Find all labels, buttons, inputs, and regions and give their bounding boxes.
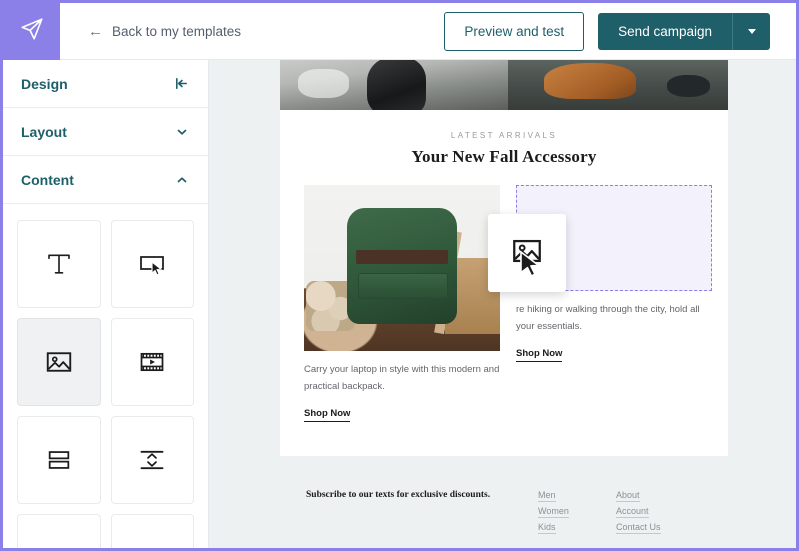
footer-link-about[interactable]: About: [616, 490, 640, 502]
back-to-templates-label: Back to my templates: [112, 24, 241, 39]
sidebar-section-design-label: Design: [21, 76, 68, 92]
cursor-arrow-icon: [518, 250, 544, 287]
send-plane-icon: [19, 16, 45, 47]
send-campaign-group: Send campaign: [598, 13, 770, 50]
content-tile-button[interactable]: [111, 220, 195, 308]
chevron-down-icon: [748, 29, 756, 34]
content-tile-text[interactable]: [17, 220, 101, 308]
content-tile-social[interactable]: [17, 514, 101, 551]
content-blocks-grid: [3, 204, 208, 551]
chevron-down-icon[interactable]: [175, 125, 189, 139]
split-rows-icon: [45, 446, 73, 474]
right-body-text: re hiking or walking through the city, h…: [516, 291, 712, 335]
text-t-icon: [44, 249, 74, 279]
image-icon: [44, 347, 74, 377]
sidebar-section-content-label: Content: [21, 172, 74, 188]
top-bar: ← Back to my templates Preview and test …: [3, 3, 796, 60]
backpack-photo[interactable]: [304, 185, 500, 351]
hero-image-left[interactable]: [280, 60, 508, 110]
chevron-up-icon[interactable]: [175, 173, 189, 187]
video-film-icon: [138, 348, 166, 376]
content-tile-video[interactable]: [111, 318, 195, 406]
button-cursor-icon: [137, 249, 167, 279]
email-canvas[interactable]: LATEST ARRIVALS Your New Fall Accessory …: [209, 60, 796, 551]
hero-image-right[interactable]: [508, 60, 728, 110]
footer-link-contact-us[interactable]: Contact Us: [616, 522, 661, 534]
sidebar-section-layout[interactable]: Layout: [3, 108, 208, 156]
preview-and-test-button[interactable]: Preview and test: [444, 12, 584, 51]
sidebar-section-design[interactable]: Design: [3, 60, 208, 108]
app-logo[interactable]: [3, 3, 60, 60]
footer-link-women[interactable]: Women: [538, 506, 569, 518]
content-tile-spacer[interactable]: [111, 416, 195, 504]
arrow-left-icon: ←: [88, 24, 103, 39]
footer-headline: Subscribe to our texts for exclusive dis…: [306, 490, 538, 551]
hero-image-row[interactable]: [280, 60, 728, 110]
two-column-row: Carry your laptop in style with this mod…: [280, 167, 728, 422]
email-builder-app: ← Back to my templates Preview and test …: [0, 0, 799, 551]
left-body-text: Carry your laptop in style with this mod…: [304, 351, 500, 395]
footer-links-column-1: Men Women Kids: [538, 490, 616, 551]
code-icon: [137, 543, 167, 551]
collapse-panel-icon[interactable]: [174, 76, 189, 91]
sidebar-section-layout-label: Layout: [21, 124, 67, 140]
content-tile-image[interactable]: [17, 318, 101, 406]
content-tile-html[interactable]: [111, 514, 195, 551]
right-shop-now-link[interactable]: Shop Now: [516, 348, 562, 362]
email-bottom-padding: [280, 422, 728, 456]
back-to-templates-link[interactable]: ← Back to my templates: [88, 24, 241, 39]
footer-link-kids[interactable]: Kids: [538, 522, 556, 534]
footer-link-account[interactable]: Account: [616, 506, 649, 518]
top-bar-actions: Preview and test Send campaign: [444, 12, 770, 51]
headline-text: Your New Fall Accessory: [280, 140, 728, 167]
column-left[interactable]: Carry your laptop in style with this mod…: [304, 185, 500, 422]
footer-link-men[interactable]: Men: [538, 490, 556, 502]
send-campaign-dropdown-button[interactable]: [732, 13, 770, 50]
backpack-detail: [347, 208, 457, 324]
footer-links-column-2: About Account Contact Us: [616, 490, 661, 551]
sidebar-section-content[interactable]: Content: [3, 156, 208, 204]
email-footer: Subscribe to our texts for exclusive dis…: [280, 468, 728, 551]
send-campaign-button[interactable]: Send campaign: [598, 13, 732, 50]
spacer-icon: [138, 446, 166, 474]
left-sidebar: Design Layout Content: [3, 60, 209, 551]
left-shop-now-link[interactable]: Shop Now: [304, 408, 350, 422]
content-tile-split[interactable]: [17, 416, 101, 504]
eyebrow-text: LATEST ARRIVALS: [280, 110, 728, 140]
social-icons-icon: [42, 547, 76, 551]
